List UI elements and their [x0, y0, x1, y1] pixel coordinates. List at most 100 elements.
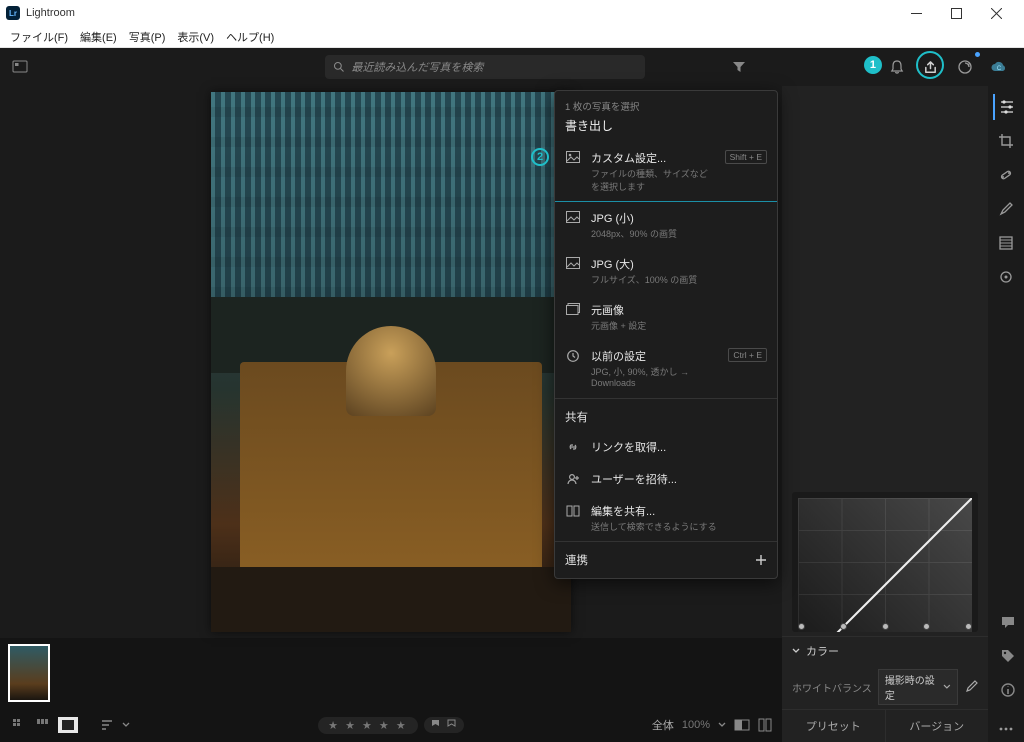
share-invite-title: ユーザーを招待...	[591, 471, 767, 487]
bottom-bar: ★ ★ ★ ★ ★ 全体 100%	[0, 708, 782, 742]
search-icon	[333, 61, 345, 73]
white-balance-dropdown[interactable]: 撮影時の設定	[878, 669, 958, 705]
app-logo: Lr	[6, 6, 20, 20]
export-original-title: 元画像	[591, 302, 767, 318]
window-maximize-button[interactable]	[936, 0, 976, 26]
export-jpg-large-sub: フルサイズ、100% の画質	[591, 273, 767, 286]
export-jpg-large-title: JPG (大)	[591, 256, 767, 272]
chevron-down-icon	[943, 683, 951, 691]
svg-text:C: C	[997, 66, 1002, 72]
photo-preview	[211, 92, 571, 632]
export-header: 書き出し	[555, 115, 777, 142]
notifications-icon[interactable]: 1	[882, 52, 912, 82]
window-titlebar: Lr Lightroom	[0, 0, 1024, 26]
linear-gradient-icon[interactable]	[993, 230, 1019, 256]
version-button[interactable]: バージョン	[886, 710, 989, 742]
flag-toggles[interactable]	[424, 717, 464, 733]
cloud-status-icon[interactable]: C	[984, 52, 1014, 82]
color-section-header[interactable]: カラー	[782, 636, 988, 665]
flag-pick-icon[interactable]	[430, 719, 442, 731]
export-selection-count: 1 枚の写真を選択	[555, 91, 777, 115]
export-previous-title: 以前の設定	[591, 348, 718, 364]
share-invite-user[interactable]: ユーザーを招待...	[555, 463, 777, 495]
color-section-label: カラー	[806, 643, 839, 659]
export-custom-settings[interactable]: 2 カスタム設定... ファイルの種類、サイズなどを選択します Shift + …	[555, 142, 777, 202]
right-panel: カラー ホワイトバランス 撮影時の設定 プリセット バージョン	[782, 86, 988, 742]
tone-curve-line[interactable]	[798, 498, 972, 632]
window-title: Lightroom	[26, 7, 896, 19]
share-get-link[interactable]: リンクを取得...	[555, 431, 777, 463]
filter-icon[interactable]	[724, 52, 754, 82]
plus-icon[interactable]	[755, 554, 767, 566]
radial-gradient-icon[interactable]	[993, 264, 1019, 290]
integrations-header-row[interactable]: 連携	[555, 541, 777, 578]
link-icon	[565, 439, 581, 454]
menu-view[interactable]: 表示(V)	[171, 27, 220, 47]
integrations-header: 連携	[565, 552, 588, 568]
export-custom-sub: ファイルの種類、サイズなどを選択します	[591, 167, 715, 193]
floating-action-icons	[996, 610, 1020, 702]
export-previous-shortcut: Ctrl + E	[728, 348, 767, 362]
image-stack-icon	[565, 302, 581, 315]
export-jpg-large[interactable]: JPG (大) フルサイズ、100% の画質	[555, 248, 777, 294]
search-input[interactable]: 最近読み込んだ写真を検索	[325, 55, 645, 79]
zoom-fit-label[interactable]: 全体	[652, 717, 674, 733]
crop-icon[interactable]	[993, 128, 1019, 154]
menubar: ファイル(F) 編集(E) 写真(P) 表示(V) ヘルプ(H)	[0, 26, 1024, 48]
user-add-icon	[565, 471, 581, 486]
export-original[interactable]: 元画像 元画像 + 設定	[555, 294, 777, 340]
tone-curve-panel[interactable]	[792, 492, 978, 632]
menu-file[interactable]: ファイル(F)	[4, 27, 74, 47]
preset-button[interactable]: プリセット	[782, 710, 886, 742]
top-toolbar: 最近読み込んだ写真を検索 1 C	[0, 48, 1024, 86]
filmstrip-thumb[interactable]	[8, 644, 50, 702]
app-root: 最近読み込んだ写真を検索 1 C	[0, 48, 1024, 742]
eyedropper-icon[interactable]	[964, 680, 978, 694]
share-edits[interactable]: 編集を共有... 送信して検索できるようにする	[555, 495, 777, 541]
comment-icon[interactable]	[996, 610, 1020, 634]
more-icon[interactable]	[993, 716, 1019, 742]
share-header: 共有	[555, 401, 777, 431]
edit-sliders-icon[interactable]	[993, 94, 1019, 120]
chevron-down-icon[interactable]	[718, 721, 726, 729]
annotation-marker-2: 2	[531, 148, 549, 166]
share-edits-icon	[565, 503, 581, 518]
history-icon	[565, 348, 581, 363]
menu-help[interactable]: ヘルプ(H)	[220, 27, 280, 47]
view-mode-detail-icon[interactable]	[58, 717, 78, 733]
chevron-down-icon	[792, 647, 800, 655]
export-previous[interactable]: 以前の設定 JPG, 小, 90%, 透かし → Downloads Ctrl …	[555, 340, 777, 396]
filmstrip	[0, 638, 782, 708]
menu-edit[interactable]: 編集(E)	[74, 27, 123, 47]
image-icon	[565, 210, 581, 223]
window-close-button[interactable]	[976, 0, 1016, 26]
export-jpg-small[interactable]: JPG (小) 2048px、90% の画質	[555, 202, 777, 248]
chevron-down-icon[interactable]	[122, 721, 130, 729]
image-icon	[565, 256, 581, 269]
view-mode-grid-icon[interactable]	[10, 717, 30, 733]
zoom-value[interactable]: 100%	[682, 719, 710, 731]
white-balance-value: 撮影時の設定	[885, 672, 943, 702]
export-jpg-small-title: JPG (小)	[591, 210, 767, 226]
rating-stars[interactable]: ★ ★ ★ ★ ★	[318, 717, 418, 734]
share-export-button[interactable]	[916, 52, 946, 82]
tag-icon[interactable]	[996, 644, 1020, 668]
cloud-sync-icon[interactable]	[950, 52, 980, 82]
menu-photo[interactable]: 写真(P)	[123, 27, 172, 47]
export-previous-sub: JPG, 小, 90%, 透かし → Downloads	[591, 365, 718, 388]
view-mode-compare-icon[interactable]	[34, 717, 54, 733]
info-toggle-icon[interactable]	[758, 718, 772, 732]
info-icon[interactable]	[996, 678, 1020, 702]
healing-icon[interactable]	[993, 162, 1019, 188]
flag-reject-icon[interactable]	[446, 719, 458, 731]
image-settings-icon	[565, 150, 581, 163]
sort-icon[interactable]	[98, 717, 118, 733]
search-placeholder: 最近読み込んだ写真を検索	[351, 59, 483, 75]
window-minimize-button[interactable]	[896, 0, 936, 26]
export-custom-title: カスタム設定...	[591, 150, 715, 166]
before-after-icon[interactable]	[734, 718, 750, 732]
export-custom-shortcut: Shift + E	[725, 150, 767, 164]
home-icon[interactable]	[6, 53, 34, 81]
brush-icon[interactable]	[993, 196, 1019, 222]
export-original-sub: 元画像 + 設定	[591, 319, 767, 332]
